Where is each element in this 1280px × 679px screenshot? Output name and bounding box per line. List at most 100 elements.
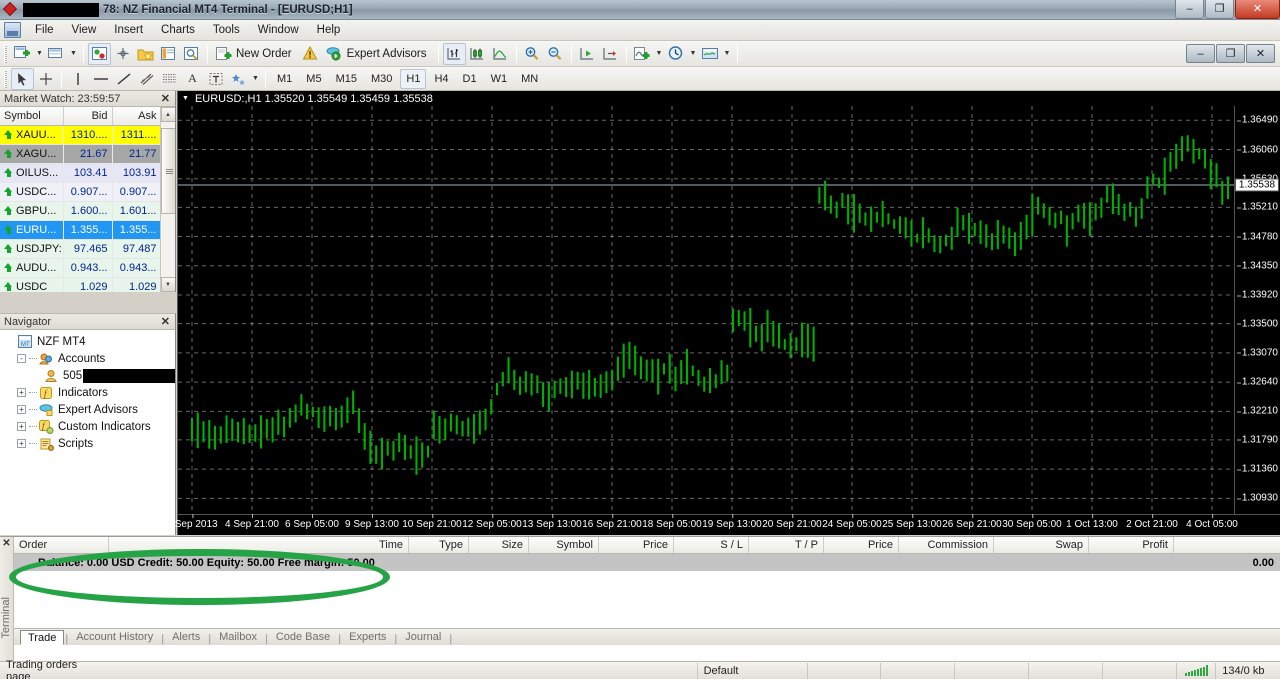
window-maximize-button[interactable]: ❐ (1205, 0, 1234, 19)
indicators-dropdown-icon[interactable]: ▼ (654, 43, 665, 65)
chart-menu-caret-icon[interactable]: ▼ (182, 95, 189, 102)
timeframe-m1[interactable]: M1 (271, 69, 298, 89)
market-watch-row[interactable]: USDC 1.029 1.029 (0, 277, 162, 292)
terminal-column-header[interactable]: Symbol (529, 537, 599, 553)
market-watch-row[interactable]: GBPU... 1.600... 1.601... (0, 201, 162, 221)
terminal-column-header[interactable]: S / L (674, 537, 749, 553)
tab-alerts[interactable]: Alerts (165, 630, 207, 645)
menu-item-view[interactable]: View (63, 21, 106, 39)
tab-trade[interactable]: Trade (20, 630, 65, 645)
tab-experts[interactable]: Experts (342, 630, 393, 645)
tab-journal[interactable]: Journal (398, 630, 448, 645)
toolbar-grip[interactable] (4, 44, 7, 63)
navigator-item-accounts[interactable]: - Accounts (4, 350, 175, 367)
market-watch-row[interactable]: USDJPY: 97.465 97.487 (0, 239, 162, 259)
chart-shift-icon[interactable] (599, 43, 622, 65)
horizontal-line-icon[interactable] (89, 68, 112, 90)
terminal-column-header[interactable]: Time (109, 537, 409, 553)
zoom-in-icon[interactable] (521, 43, 544, 65)
line-chart-icon[interactable] (489, 43, 512, 65)
chart-window[interactable]: ▼ EURUSD:,H1 1.35520 1.35549 1.35459 1.3… (166, 91, 1280, 535)
cursor-icon[interactable] (11, 67, 34, 90)
terminal-column-header[interactable]: Swap (994, 537, 1089, 553)
text-tool-icon[interactable]: A (181, 68, 204, 90)
toolbar-grip[interactable] (4, 69, 7, 88)
status-profile[interactable]: Default (696, 662, 807, 679)
menu-item-tools[interactable]: Tools (204, 21, 249, 39)
timeframe-d1[interactable]: D1 (457, 69, 483, 89)
auto-scroll-icon[interactable] (576, 43, 599, 65)
shapes-dropdown-icon[interactable]: ▼ (250, 68, 261, 90)
timeframe-m30[interactable]: M30 (365, 69, 398, 89)
column-header-bid[interactable]: Bid (63, 107, 113, 126)
terminal-column-header[interactable]: Size (469, 537, 529, 553)
terminal-column-header[interactable]: Price (599, 537, 674, 553)
tab-mailbox[interactable]: Mailbox (212, 630, 264, 645)
shapes-icon[interactable] (227, 68, 250, 90)
window-close-button[interactable]: ✕ (1235, 0, 1280, 19)
scroll-down-arrow-icon[interactable]: ▼ (160, 277, 175, 292)
terminal-column-header[interactable]: Type (409, 537, 469, 553)
periods-clock-icon[interactable] (665, 43, 688, 65)
terminal-column-header[interactable]: T / P (749, 537, 824, 553)
timeframe-m15[interactable]: M15 (330, 69, 363, 89)
terminal-close-icon[interactable]: ✕ (0, 537, 13, 549)
menu-item-charts[interactable]: Charts (152, 21, 204, 39)
timeframe-h4[interactable]: H4 (428, 69, 454, 89)
menu-item-window[interactable]: Window (249, 21, 308, 39)
chart-plot-area[interactable] (178, 106, 1235, 514)
terminal-column-header[interactable]: Profit (1089, 537, 1174, 553)
vertical-line-icon[interactable] (66, 68, 89, 90)
scroll-track[interactable] (160, 122, 175, 277)
column-header-ask[interactable]: Ask (112, 107, 162, 126)
market-watch-row[interactable]: AUDU... 0.943... 0.943... (0, 258, 162, 278)
tree-expander-icon[interactable]: + (17, 388, 26, 397)
profiles-dropdown-icon[interactable]: ▼ (68, 43, 79, 65)
text-label-icon[interactable] (204, 68, 227, 90)
navigator-item-505[interactable]: 505 (4, 367, 175, 384)
terminal-column-header[interactable]: Commission (899, 537, 994, 553)
market-watch-row[interactable]: USDC... 0.907... 0.907... (0, 182, 162, 202)
strategy-tester-icon[interactable] (180, 43, 203, 65)
market-watch-icon[interactable] (88, 42, 111, 65)
mdi-minimize-button[interactable]: – (1186, 44, 1215, 63)
scroll-thumb[interactable] (160, 128, 175, 214)
price-axis[interactable]: 1.364901.360601.356301.352101.347801.343… (1234, 106, 1280, 514)
market-watch-row[interactable]: OILUS... 103.41 103.91 (0, 163, 162, 183)
window-minimize-button[interactable]: – (1175, 0, 1204, 19)
mdi-close-button[interactable]: ✕ (1246, 44, 1275, 63)
trendline-icon[interactable] (112, 68, 135, 90)
timeframe-mn[interactable]: MN (515, 69, 544, 89)
alert-icon[interactable] (299, 43, 322, 65)
market-watch-row[interactable]: XAUU... 1310.... 1311.... (0, 125, 162, 145)
tree-expander-icon[interactable]: + (17, 439, 26, 448)
market-watch-close-icon[interactable]: ✕ (158, 92, 173, 105)
tree-expander-icon[interactable]: - (17, 354, 26, 363)
market-watch-row[interactable]: EURU... 1.355... 1.355... (0, 220, 162, 240)
menu-item-file[interactable]: File (26, 21, 63, 39)
terminal-balance-row[interactable]: Balance: 0.00 USD Credit: 50.00 Equity: … (14, 554, 1280, 571)
expert-advisors-button[interactable]: Expert Advisors (322, 43, 434, 65)
terminal-icon[interactable] (157, 43, 180, 65)
navigator-item-indicators[interactable]: + f Indicators (4, 384, 175, 401)
scroll-up-arrow-icon[interactable]: ▲ (160, 107, 175, 122)
tab-account-history[interactable]: Account History (69, 630, 160, 645)
navigator-item-scripts[interactable]: + Scripts (4, 435, 175, 452)
menu-item-help[interactable]: Help (308, 21, 350, 39)
templates-icon[interactable] (699, 43, 722, 65)
navigator-item-nzf-mt4[interactable]: MT NZF MT4 (4, 333, 175, 350)
new-chart-icon[interactable] (11, 43, 34, 65)
terminal-column-header[interactable]: Order (14, 537, 109, 553)
tab-code-base[interactable]: Code Base (269, 630, 337, 645)
indicators-icon[interactable] (631, 43, 654, 65)
menu-item-insert[interactable]: Insert (105, 21, 152, 39)
zoom-out-icon[interactable] (544, 43, 567, 65)
navigator-icon[interactable] (111, 43, 134, 65)
market-watch-scrollbar[interactable]: ▲ ▼ (160, 107, 175, 292)
mdi-restore-button[interactable]: ❐ (1216, 44, 1245, 63)
terminal-column-header[interactable]: Price (824, 537, 899, 553)
fibonacci-icon[interactable] (158, 68, 181, 90)
navigator-close-icon[interactable]: ✕ (158, 315, 173, 328)
navigator-item-custom-indicators[interactable]: + f Custom Indicators (4, 418, 175, 435)
signal-bars-icon[interactable] (1175, 662, 1215, 679)
